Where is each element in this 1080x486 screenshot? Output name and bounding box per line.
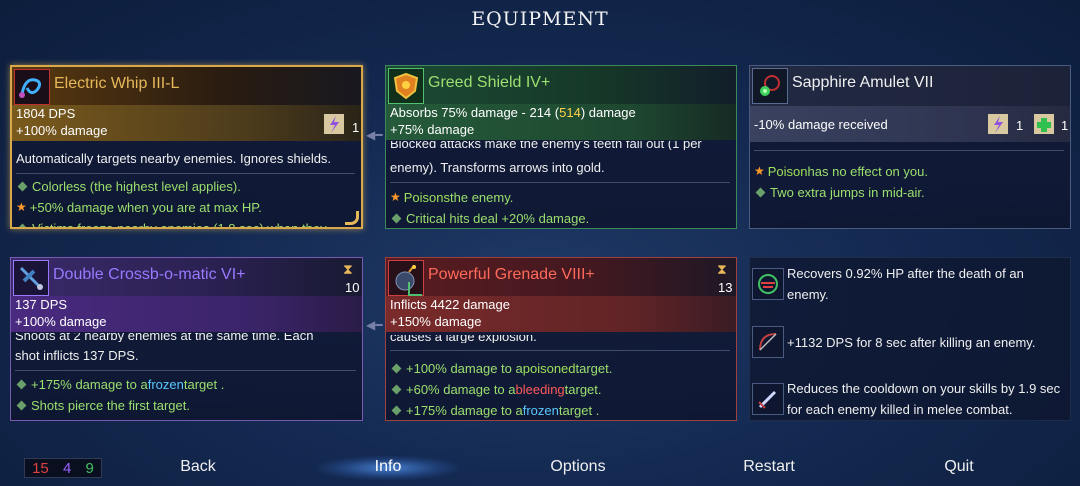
star-icon: ★ (16, 200, 27, 214)
legendary-affix-line: ★ +50% damage when you are at max HP. (16, 197, 357, 218)
stat-damage-bonus: +150% damage (390, 314, 482, 329)
whip-icon (14, 69, 50, 105)
equipment-card-greed-shield[interactable]: Greed Shield IV+ Absorbs 75% damage - 21… (385, 65, 737, 229)
scroll-count: 1 (352, 120, 360, 135)
affix-line: Two extra jumps in mid-air. (754, 182, 1066, 203)
mutation-text: Reduces the cooldown on your skills by 1… (787, 381, 1061, 417)
stat-dps: 137 DPS (15, 297, 68, 312)
menu-back[interactable]: Back (180, 458, 216, 476)
stat-damage-bonus: +75% damage (390, 122, 475, 137)
equipment-card-electric-whip[interactable]: Electric Whip III-L 1804 DPS +100% damag… (10, 65, 363, 229)
divider (16, 173, 355, 174)
affix-line-cut: Victims freeze nearby enemies (1.8 sec) … (16, 218, 357, 227)
item-name: Powerful Grenade VIII+ (428, 266, 595, 283)
legendary-affix-line: ★ Poisons the enemy. (390, 187, 732, 208)
link-arrow-icon: ◀━ (366, 128, 383, 142)
menu-restart[interactable]: Restart (743, 458, 795, 476)
menu-quit[interactable]: Quit (944, 458, 973, 476)
stat-band: 137 DPS +100% damage (11, 296, 362, 332)
cooldown-value: 10 (345, 280, 360, 295)
mutation-row[interactable]: +1132 DPS for 8 sec after killing an ene… (752, 326, 1068, 358)
stat-band: 1804 DPS +100% damage (12, 105, 361, 141)
affix-line: +60% damage to a bleeding target. (390, 379, 732, 400)
hourglass-icon: ⧗ (717, 262, 727, 278)
stat-absorb: Absorbs 75% damage - 214 (514) damage (390, 105, 636, 120)
item-name: Sapphire Amulet VII (792, 74, 934, 91)
affix-line: +100% damage to a poisoned target. (390, 358, 732, 379)
survival-scroll-icon (1032, 111, 1056, 137)
heal-mutation-icon (752, 268, 784, 300)
equipment-card-double-crossbow[interactable]: Double Crossb-o-matic VI+ ⧗ 10 137 DPS +… (10, 257, 363, 421)
divider (390, 350, 730, 351)
affix-line: Shots pierce the first target. (15, 395, 358, 416)
equipment-card-powerful-grenade[interactable]: Powerful Grenade VIII+ ⧗ 13 Inflicts 442… (385, 257, 737, 421)
divider (15, 370, 356, 371)
mutation-row[interactable]: Recovers 0.92% HP after the death of an … (752, 263, 1068, 305)
shield-icon (388, 68, 424, 104)
link-arrow-icon: ◀━ (366, 318, 383, 332)
cooldown-value: 13 (718, 280, 733, 295)
mutation-row[interactable]: Reduces the cooldown on your skills by 1… (752, 378, 1068, 420)
affix-line: +175% damage to a frozen target . (390, 400, 732, 420)
affix-line: Critical hits deal +20% damage. (390, 208, 732, 228)
bottom-menu: Back Info Options Restart Quit (0, 456, 1080, 482)
stat-band: Inflicts 4422 damage +150% damage (386, 296, 736, 332)
star-icon: ★ (390, 190, 401, 204)
stat-damage: Inflicts 4422 damage (390, 297, 510, 312)
mutation-text: Recovers 0.92% HP after the death of an … (787, 266, 1024, 302)
stat-dps: 1804 DPS (16, 106, 76, 121)
item-description-cut: causes a large explosion. (390, 335, 537, 343)
star-icon: ★ (754, 164, 765, 178)
menu-options[interactable]: Options (550, 458, 605, 476)
amulet-icon (752, 68, 788, 104)
affix-line: Colorless (the highest level applies). (16, 176, 357, 197)
item-name: Double Crossb-o-matic VI+ (53, 266, 246, 283)
divider (390, 182, 730, 183)
stat-damage-reduction: -10% damage received (754, 116, 888, 132)
stat-band: Absorbs 75% damage - 214 (514) damage +7… (386, 104, 736, 140)
legendary-affix-line: ★ Poison has no effect on you. (754, 161, 1066, 182)
stat-damage-bonus: +100% damage (15, 314, 107, 329)
scroll-count: 1 (1016, 118, 1024, 133)
screen-title: EQUIPMENT (471, 8, 609, 30)
hourglass-icon: ⧗ (343, 262, 353, 278)
divider (754, 150, 1064, 151)
crossbow-icon (13, 260, 49, 296)
item-description: Automatically targets nearby enemies. Ig… (16, 151, 332, 166)
item-description: shot inflicts 137 DPS. (15, 348, 139, 363)
mutation-text: +1132 DPS for 8 sec after killing an ene… (787, 334, 1036, 350)
brutality-scroll-icon (986, 111, 1010, 137)
bow-mutation-icon (752, 326, 784, 358)
affix-line: +175% damage to a frozen target . (15, 374, 358, 395)
grenade-corner-icon (408, 282, 422, 296)
item-description-cut: Shoots at 2 nearby enemies at the same t… (15, 333, 314, 342)
blade-mutation-icon (752, 383, 784, 415)
scroll-count: 1 (1061, 118, 1069, 133)
stat-damage-bonus: +100% damage (16, 123, 108, 138)
equipment-card-sapphire-amulet[interactable]: Sapphire Amulet VII -10% damage received… (749, 65, 1071, 229)
brutality-scroll-icon (322, 111, 346, 137)
item-description: enemy). Transforms arrows into gold. (390, 160, 605, 175)
item-name: Greed Shield IV+ (428, 74, 551, 91)
item-name: Electric Whip III-L (54, 75, 180, 92)
menu-info[interactable]: Info (375, 458, 402, 476)
item-description-cut: Blocked attacks make the enemy's teeth f… (390, 141, 702, 150)
